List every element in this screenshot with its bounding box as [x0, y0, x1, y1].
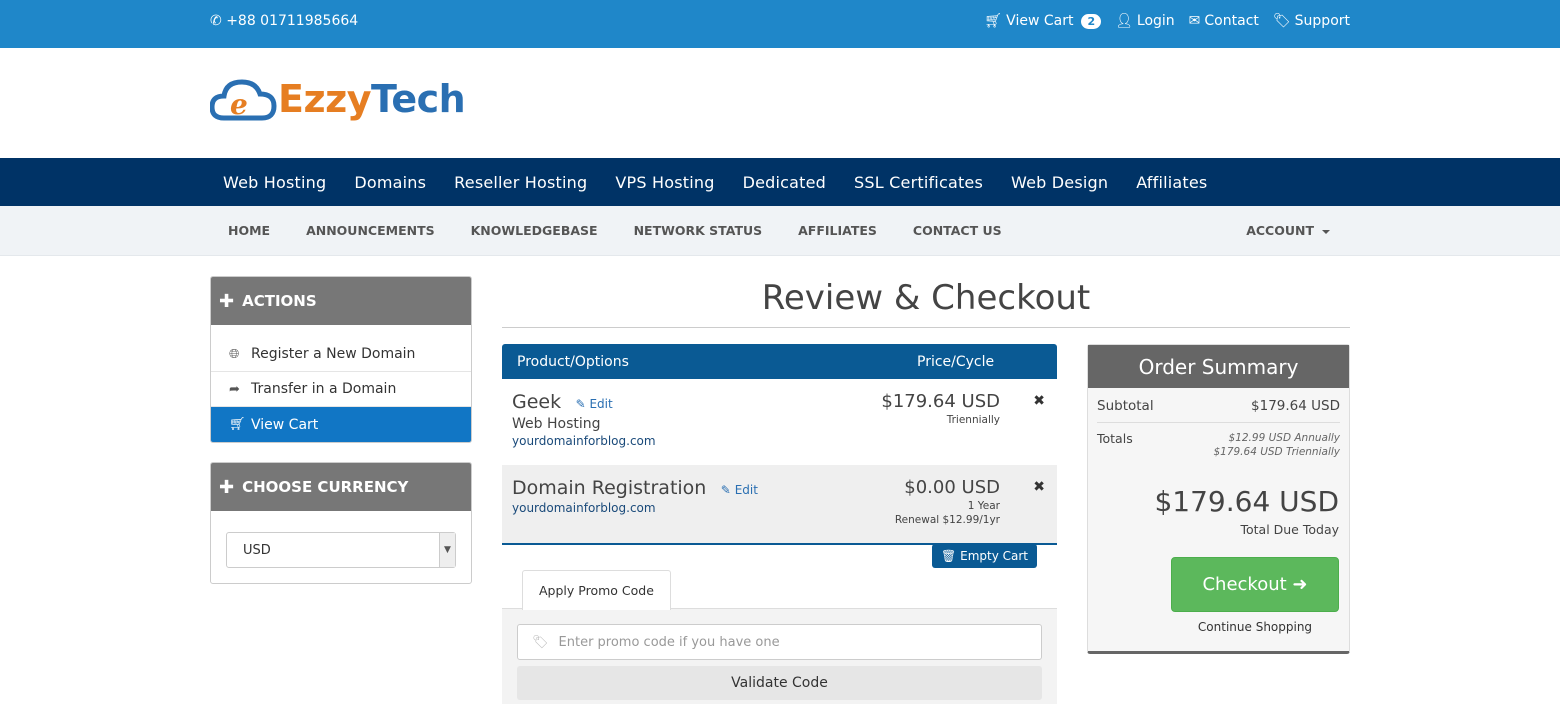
sub-nav-item[interactable]: KNOWLEDGEBASE — [471, 223, 598, 238]
phone-icon: ✆ — [210, 13, 222, 29]
item-price: $0.00 USD 1 Year Renewal $12.99/1yr — [894, 477, 1000, 526]
pencil-icon: ✎ — [575, 397, 586, 411]
chevron-down-icon: ▼ — [439, 533, 455, 567]
total-due-amount: $179.64 USD — [1154, 485, 1339, 518]
envelope-icon: ✉ — [1188, 13, 1201, 29]
order-summary-title: Order Summary — [1088, 345, 1349, 388]
main-nav-item[interactable]: Web Hosting — [223, 173, 326, 192]
transfer-domain-link[interactable]: ➦ Transfer in a Domain — [211, 372, 471, 407]
main-nav-item[interactable]: VPS Hosting — [615, 173, 714, 192]
currency-panel-header: ✚ CHOOSE CURRENCY — [211, 463, 471, 511]
logo-text: EzzyTech — [278, 77, 466, 121]
sub-nav-item[interactable]: NETWORK STATUS — [634, 223, 763, 238]
trash-icon: 🗑︎ — [941, 549, 957, 563]
pencil-icon: ✎ — [720, 483, 731, 497]
totals-row: Totals $12.99 USD Annually $179.64 USD T… — [1097, 431, 1340, 458]
logo[interactable]: e EzzyTech — [210, 74, 466, 124]
arrow-right-icon: ➜ — [1292, 574, 1308, 595]
header: e EzzyTech — [0, 48, 1560, 158]
remove-item-icon[interactable]: ✖ — [1033, 479, 1045, 495]
cart-icon: 🛒︎ — [229, 417, 246, 432]
continue-shopping-link[interactable]: Continue Shopping — [1171, 620, 1339, 634]
main-nav-item[interactable]: Affiliates — [1136, 173, 1207, 192]
currency-select[interactable]: USD ▼ — [226, 532, 456, 568]
svg-text:e: e — [230, 88, 248, 121]
share-arrow-icon: ➦ — [229, 381, 240, 397]
main-content: ✚ ACTIONS 🌐︎ Register a New Domain ➦ Tra… — [210, 256, 1350, 706]
view-cart-link[interactable]: 🛒︎ View Cart — [211, 407, 471, 442]
tag-icon: 🏷︎ — [532, 634, 549, 650]
cart-table-header: Product/Options Price/Cycle — [502, 344, 1057, 379]
contact-link[interactable]: ✉ Contact — [1189, 13, 1259, 29]
subtotal-row: Subtotal $179.64 USD — [1097, 398, 1340, 414]
main-nav-item[interactable]: Dedicated — [743, 173, 826, 192]
promo-section: Apply Promo Code 🏷︎ Enter promo code if … — [502, 569, 1057, 704]
main-nav-item[interactable]: Domains — [354, 173, 426, 192]
currency-panel: ✚ CHOOSE CURRENCY USD ▼ — [210, 462, 472, 584]
cart-item: Domain Registration ✎ Edit yourdomainfor… — [502, 465, 1057, 545]
plus-icon: ✚ — [219, 290, 235, 312]
caret-down-icon — [1322, 229, 1330, 234]
edit-link[interactable]: ✎ Edit — [721, 483, 758, 497]
top-bar: ✆ +88 01711985664 🛒︎ View Cart 2 👤︎ Logi… — [0, 0, 1560, 48]
order-summary: Order Summary Subtotal $179.64 USD Total… — [1087, 344, 1350, 654]
checkout-button[interactable]: Checkout ➜ — [1171, 557, 1339, 612]
sub-nav: HOME ANNOUNCEMENTS KNOWLEDGEBASE NETWORK ST… — [0, 206, 1560, 256]
cart-table: Product/Options Price/Cycle Geek ✎ Edit … — [502, 344, 1057, 704]
main-nav-item[interactable]: Reseller Hosting — [454, 173, 587, 192]
main-nav: Web Hosting Domains Reseller Hosting VPS Ho… — [0, 158, 1560, 206]
main-nav-item[interactable]: Web Design — [1011, 173, 1108, 192]
register-domain-link[interactable]: 🌐︎ Register a New Domain — [211, 337, 471, 372]
actions-panel-header: ✚ ACTIONS — [211, 277, 471, 325]
account-dropdown[interactable]: ACCOUNT — [1246, 223, 1330, 238]
sub-nav-item[interactable]: HOME — [228, 223, 270, 238]
login-link[interactable]: 👤︎ Login — [1115, 13, 1175, 29]
edit-link[interactable]: ✎ Edit — [576, 397, 613, 411]
cart-count-badge: 2 — [1081, 13, 1102, 29]
cart-icon: 🛒︎ — [984, 13, 1003, 29]
page-title: Review & Checkout — [502, 278, 1350, 328]
empty-cart-button[interactable]: 🗑︎ Empty Cart — [932, 544, 1037, 568]
item-price: $179.64 USD Triennially — [881, 391, 1000, 426]
promo-code-input[interactable]: 🏷︎ Enter promo code if you have one — [517, 624, 1042, 660]
sub-nav-item[interactable]: CONTACT US — [913, 223, 1002, 238]
view-cart-link[interactable]: 🛒︎ View Cart 2 — [984, 13, 1102, 29]
validate-code-button[interactable]: Validate Code — [517, 666, 1042, 700]
support-link[interactable]: 🏷︎ Support — [1273, 13, 1350, 29]
plus-icon: ✚ — [219, 476, 235, 498]
sub-nav-item[interactable]: AFFILIATES — [798, 223, 877, 238]
cart-item: Geek ✎ Edit Web Hosting yourdomainforblo… — [512, 391, 1045, 448]
phone-number[interactable]: ✆ +88 01711985664 — [210, 13, 358, 29]
remove-item-icon[interactable]: ✖ — [1033, 393, 1045, 409]
sub-nav-item[interactable]: ANNOUNCEMENTS — [306, 223, 435, 238]
tab-apply-promo-code[interactable]: Apply Promo Code — [522, 570, 671, 610]
main-nav-item[interactable]: SSL Certificates — [854, 173, 983, 192]
ticket-icon: 🏷︎ — [1272, 13, 1291, 29]
total-due-label: Total Due Today — [1240, 522, 1339, 537]
actions-panel: ✚ ACTIONS 🌐︎ Register a New Domain ➦ Tra… — [210, 276, 472, 443]
top-links: 🛒︎ View Cart 2 👤︎ Login ✉ Contact 🏷︎ Sup… — [984, 13, 1350, 29]
cloud-logo-icon: e — [210, 79, 277, 121]
globe-icon: 🌐︎ — [229, 346, 240, 362]
user-icon: 👤︎ — [1115, 13, 1133, 29]
